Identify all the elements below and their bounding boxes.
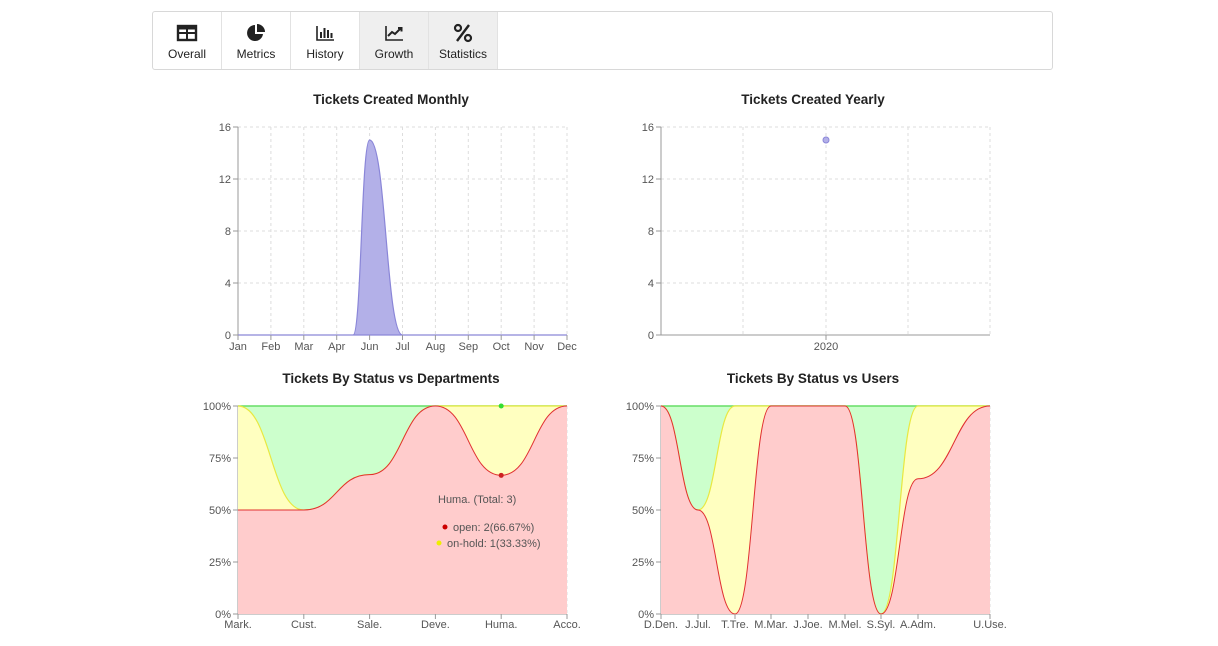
monthly-ytick-label: 12 [219,174,231,186]
users-ytick-label: 25% [632,557,654,569]
departments-ytick-label: 50% [209,505,231,517]
chart-title: Tickets By Status vs Departments [282,371,499,386]
departments-active-point [498,403,504,409]
tooltip-hold-dot [436,540,442,546]
tooltip-open-text: open: 2(66.67%) [453,522,534,534]
monthly-xtick-label: Jun [361,341,379,353]
departments-xtick-label: Cust. [291,619,317,631]
chart-title: Tickets By Status vs Users [727,371,899,386]
monthly-xtick-label: Apr [328,341,345,353]
departments-ytick-label: 75% [209,453,231,465]
users-xtick-label: T.Tre. [721,619,749,631]
monthly-xtick-label: Sep [459,341,479,353]
tooltip-open-dot [442,524,448,530]
monthly-xtick-label: Jul [395,341,409,353]
yearly-ytick-label: 8 [648,226,654,238]
monthly-ytick-label: 16 [219,122,231,134]
monthly-ytick-label: 8 [225,226,231,238]
monthly-xtick-label: Jan [229,341,247,353]
yearly-point [822,136,830,144]
departments-xtick-label: Deve. [421,619,450,631]
yearly-xtick-label: 2020 [814,341,838,353]
users-ytick-label: 50% [632,505,654,517]
chart-title: Tickets Created Yearly [741,92,885,107]
tooltip-hold-text: on-hold: 1(33.33%) [447,538,541,550]
charts-canvas: Tickets Created Monthly 0 4 8 12 16 Jan Feb Mar A… [203,92,1007,631]
monthly-xtick-label: Oct [493,341,510,353]
yearly-ytick-label: 12 [642,174,654,186]
monthly-xtick-label: Aug [426,341,446,353]
users-xtick-label: J.Joe. [793,619,822,631]
monthly-xtick-label: Dec [557,341,577,353]
users-xtick-label: J.Jul. [685,619,711,631]
monthly-xtick-label: Mar [294,341,313,353]
users-xtick-label: U.Use. [973,619,1007,631]
users-xtick-label: M.Mel. [829,619,862,631]
departments-xtick-label: Huma. [485,619,517,631]
monthly-ytick-label: 4 [225,278,231,290]
departments-xtick-label: Sale. [357,619,382,631]
tooltip-title: Huma. (Total: 3) [438,494,516,506]
yearly-ytick-label: 16 [642,122,654,134]
users-xtick-label: A.Adm. [900,619,936,631]
departments-xtick-label: Acco. [553,619,581,631]
monthly-xtick-label: Nov [524,341,544,353]
yearly-ytick-label: 4 [648,278,654,290]
chart-title: Tickets Created Monthly [313,92,469,107]
monthly-xtick-label: Feb [261,341,280,353]
users-xtick-label: S.Syl. [867,619,896,631]
users-ytick-label: 75% [632,453,654,465]
departments-ytick-label: 25% [209,557,231,569]
departments-active-point [498,472,504,478]
departments-ytick-label: 100% [203,401,231,413]
departments-xtick-label: Mark. [224,619,252,631]
yearly-ytick-label: 0 [648,330,654,342]
users-xtick-label: D.Den. [644,619,678,631]
users-xtick-label: M.Mar. [754,619,788,631]
users-ytick-label: 100% [626,401,654,413]
